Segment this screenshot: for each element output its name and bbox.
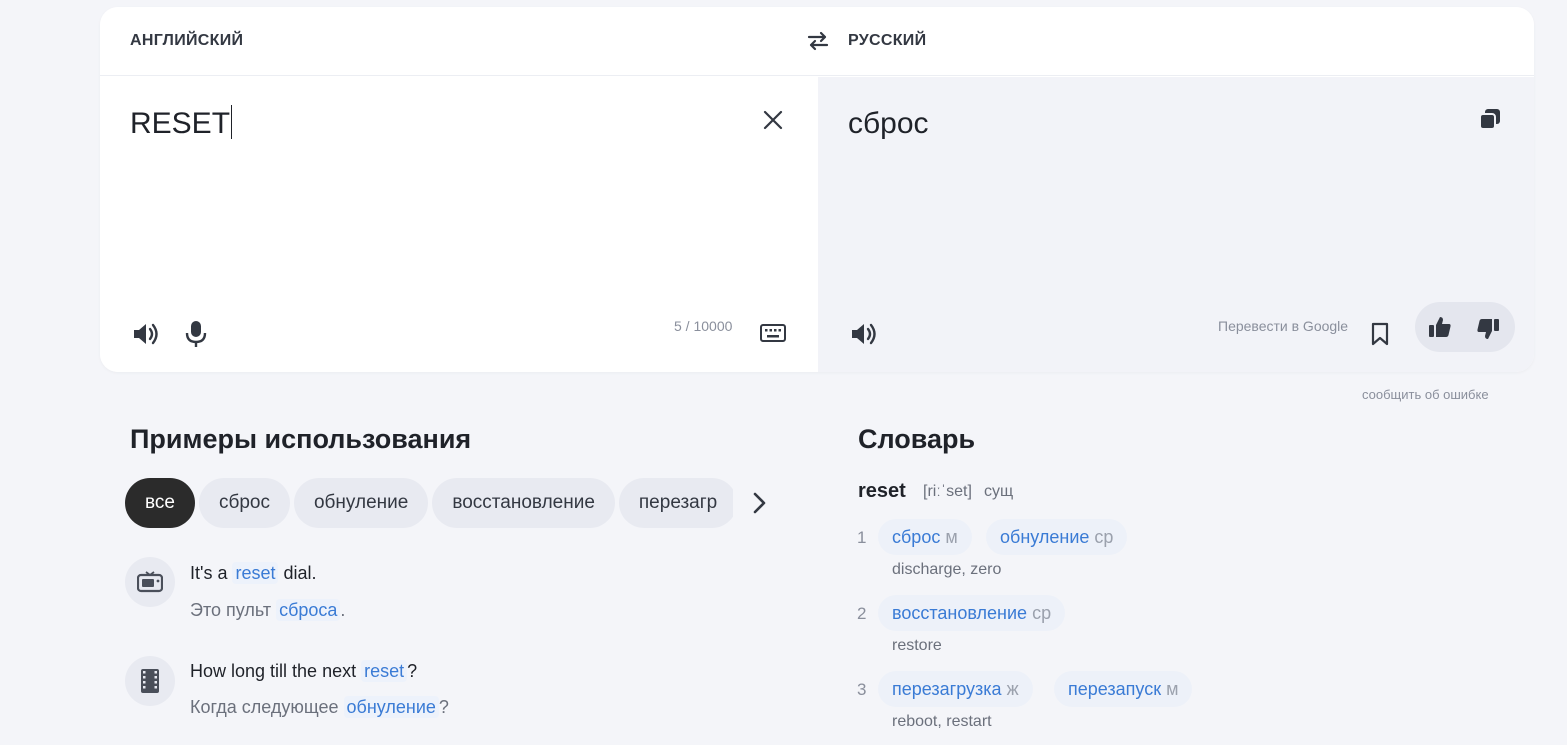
chip-perezagruzka[interactable]: перезагр [618, 478, 733, 528]
sense-gloss: restore [892, 637, 942, 654]
translator-card: АНГЛИЙСКИЙ РУССКИЙ RESET 5 / 10000 сброс… [100, 7, 1534, 372]
text-caret [231, 105, 233, 139]
example-source-badge [125, 656, 175, 706]
gender-label: ж [1006, 679, 1019, 699]
sense-gloss: reboot, restart [892, 713, 992, 730]
chip-all[interactable]: все [125, 478, 195, 528]
example-highlight[interactable]: reset [361, 660, 408, 682]
example-text: ? [438, 697, 449, 717]
translation-word: обнуление [1000, 527, 1090, 547]
example-2-russian: Когда следующее обнуление? [190, 696, 449, 718]
source-text-input[interactable]: RESET [130, 105, 233, 141]
example-text: . [340, 600, 346, 620]
report-error-link[interactable]: сообщить об ошибке [1362, 387, 1489, 402]
example-source-badge [125, 557, 175, 607]
copy-icon[interactable] [1478, 107, 1502, 131]
dictionary-headword: reset [858, 480, 906, 502]
example-highlight[interactable]: reset [232, 562, 279, 584]
source-text: RESET [130, 107, 231, 140]
example-text: ? [407, 661, 418, 681]
sense-number: 2 [857, 604, 867, 623]
example-text: dial. [278, 563, 317, 583]
bookmark-icon[interactable] [1370, 322, 1390, 346]
example-text: It's a [190, 563, 233, 583]
translation-word: перезапуск [1068, 679, 1162, 699]
film-icon [141, 669, 159, 693]
target-pane: сброс Перевести в Google [818, 77, 1534, 372]
character-counter: 5 / 10000 [674, 318, 733, 334]
translation-word: восстановление [892, 603, 1028, 623]
gender-label: м [1166, 679, 1179, 699]
gender-label: м [945, 527, 958, 547]
language-bar: АНГЛИЙСКИЙ РУССКИЙ [100, 7, 1534, 76]
example-text: How long till the next [190, 661, 362, 681]
chevron-right-icon[interactable] [748, 491, 770, 515]
tv-icon [137, 571, 163, 593]
clear-icon[interactable] [762, 109, 784, 131]
example-highlight[interactable]: сброса [276, 599, 341, 621]
translate-in-google-link[interactable]: Перевести в Google [1218, 318, 1348, 334]
microphone-icon[interactable] [185, 320, 207, 348]
swap-languages-icon[interactable] [806, 29, 830, 53]
dictionary-title: Словарь [858, 424, 976, 454]
example-text: Когда следующее [190, 697, 344, 717]
gender-label: ср [1094, 527, 1114, 547]
translation-chip[interactable]: перезагрузка ж [878, 671, 1033, 707]
sense-gloss: discharge, zero [892, 561, 1002, 578]
rating-group [1415, 302, 1515, 352]
translation-word: сброс [892, 527, 941, 547]
example-1-russian: Это пульт сброса. [190, 599, 346, 621]
sense-number: 1 [857, 528, 867, 547]
example-1-english: It's a reset dial. [190, 562, 317, 584]
translation-chip[interactable]: перезапуск м [1054, 671, 1193, 707]
translation-word: перезагрузка [892, 679, 1002, 699]
source-pane: RESET 5 / 10000 [100, 77, 818, 372]
keyboard-icon[interactable] [760, 324, 786, 342]
example-text: Это пульт [190, 600, 277, 620]
source-language-button[interactable]: АНГЛИЙСКИЙ [130, 32, 243, 50]
part-of-speech: сущ [984, 483, 1014, 500]
target-language-button[interactable]: РУССКИЙ [848, 32, 926, 50]
examples-title: Примеры использования [130, 424, 472, 454]
example-highlight[interactable]: обнуление [343, 696, 439, 718]
thumbs-down-icon[interactable] [1476, 317, 1500, 341]
translation-text: сброс [848, 107, 929, 140]
chip-sbros[interactable]: сброс [198, 478, 290, 528]
gender-label: ср [1032, 603, 1052, 623]
translation-chip[interactable]: обнуление ср [986, 519, 1128, 555]
chip-obnulenie[interactable]: обнуление [293, 478, 429, 528]
examples-filter-chips: все сброс обнуление восстановление перезагр [125, 478, 733, 528]
speaker-icon[interactable] [850, 321, 880, 347]
transcription: [riːˈset] [923, 483, 972, 500]
chip-vosstanovlenie[interactable]: восстановление [432, 478, 615, 528]
example-2-english: How long till the next reset? [190, 660, 418, 682]
thumbs-up-icon[interactable] [1428, 315, 1452, 339]
speaker-icon[interactable] [132, 321, 162, 347]
sense-number: 3 [857, 680, 867, 699]
translation-chip[interactable]: сброс м [878, 519, 972, 555]
translation-chip[interactable]: восстановление ср [878, 595, 1066, 631]
